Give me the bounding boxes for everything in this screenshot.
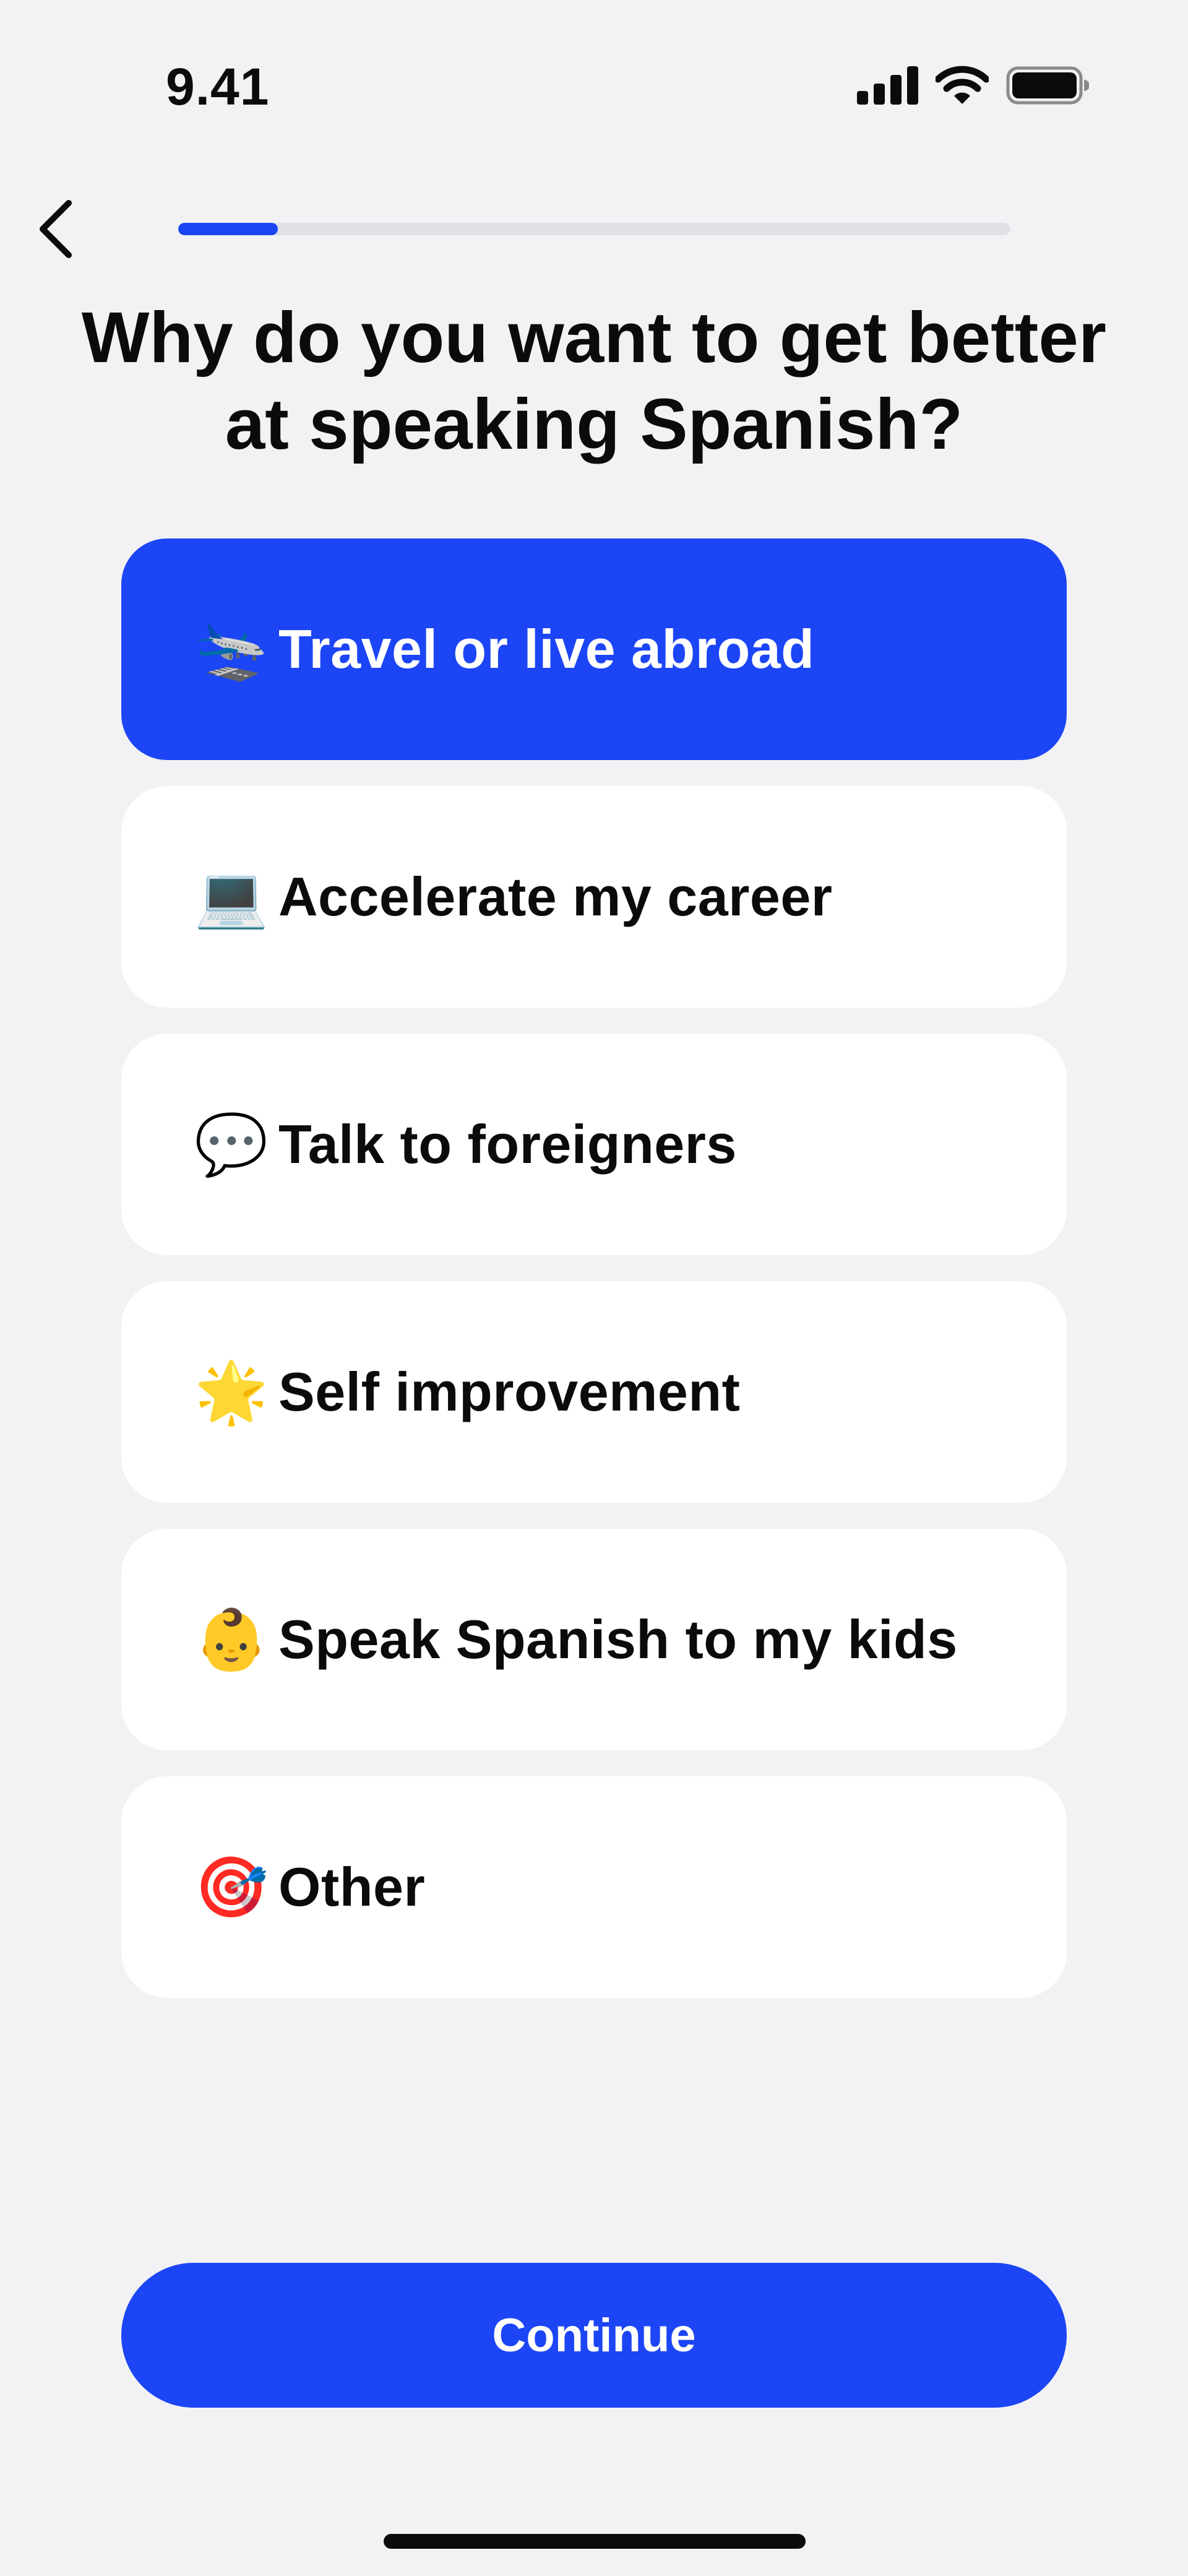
battery-icon — [1006, 66, 1089, 105]
status-icons — [857, 66, 1089, 105]
progress-fill — [178, 223, 278, 235]
speech-bubble-icon: 💬 — [194, 1110, 269, 1179]
progress-bar — [178, 223, 1010, 235]
option-self-improvement[interactable]: 🌟 Self improvement — [121, 1281, 1067, 1503]
back-button[interactable] — [12, 186, 99, 272]
cellular-signal-icon — [857, 66, 918, 105]
options-list: 🛬 Travel or live abroad 💻 Accelerate my … — [121, 538, 1067, 2024]
baby-face-icon: 👶 — [194, 1605, 269, 1674]
continue-button[interactable]: Continue — [121, 2263, 1067, 2408]
star-icon: 🌟 — [194, 1357, 269, 1427]
laptop-icon: 💻 — [194, 862, 269, 931]
option-label: Travel or live abroad — [278, 618, 815, 680]
wifi-icon — [936, 66, 989, 105]
airplane-icon: 🛬 — [194, 615, 269, 684]
option-speak-spanish-to-my-kids[interactable]: 👶 Speak Spanish to my kids — [121, 1529, 1067, 1750]
nav-row — [0, 186, 1188, 272]
option-label: Accelerate my career — [278, 866, 833, 927]
option-talk-to-foreigners[interactable]: 💬 Talk to foreigners — [121, 1034, 1067, 1255]
option-label: Speak Spanish to my kids — [278, 1609, 958, 1670]
target-icon: 🎯 — [194, 1852, 269, 1922]
option-travel-or-live-abroad[interactable]: 🛬 Travel or live abroad — [121, 538, 1067, 760]
option-other[interactable]: 🎯 Other — [121, 1776, 1067, 1998]
option-label: Self improvement — [278, 1361, 741, 1422]
chevron-left-icon — [40, 200, 72, 258]
home-indicator — [384, 2534, 806, 2549]
option-label: Other — [278, 1856, 426, 1917]
option-accelerate-my-career[interactable]: 💻 Accelerate my career — [121, 786, 1067, 1008]
status-bar: 9.41 — [0, 0, 1188, 173]
question-title: Why do you want to get better at speakin… — [81, 297, 1107, 464]
option-label: Talk to foreigners — [278, 1113, 737, 1175]
status-time: 9.41 — [166, 58, 270, 116]
